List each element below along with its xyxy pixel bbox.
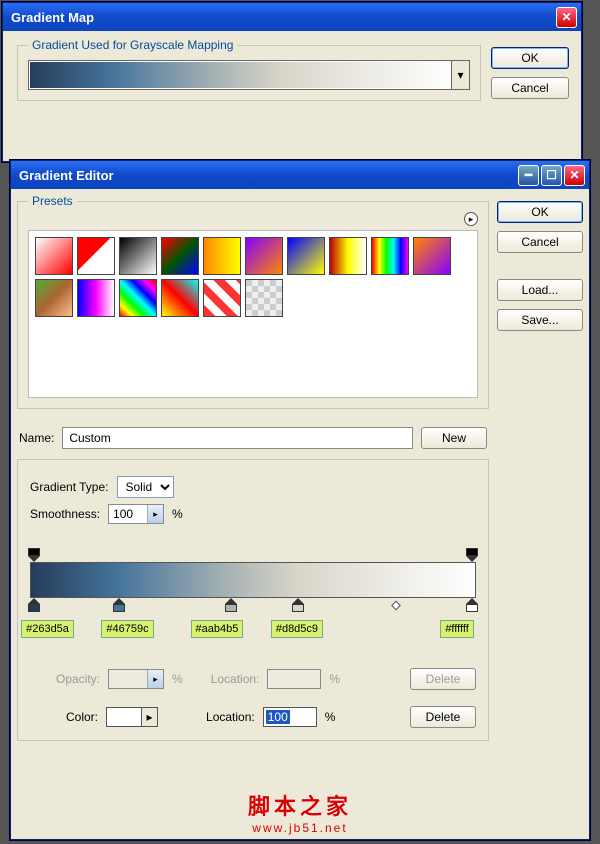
location-label: Location:: [211, 672, 260, 686]
preset-swatch[interactable]: [119, 279, 157, 317]
preset-swatch[interactable]: [35, 279, 73, 317]
minimize-icon[interactable]: ━: [518, 165, 539, 186]
preset-swatch[interactable]: [77, 279, 115, 317]
opacity-location-input: [267, 669, 321, 689]
maximize-icon[interactable]: ☐: [541, 165, 562, 186]
presets-group: Presets ▸: [17, 201, 489, 409]
gradient-map-title: Gradient Map: [7, 10, 556, 25]
color-hex-label: #aab4b5: [191, 620, 244, 638]
opacity-stop[interactable]: [28, 548, 40, 562]
pct-label: %: [172, 507, 183, 521]
presets-legend: Presets: [32, 194, 73, 208]
color-stop[interactable]: [292, 598, 304, 612]
preset-swatch[interactable]: [35, 237, 73, 275]
close-icon[interactable]: ✕: [564, 165, 585, 186]
color-hex-label: #46759c: [101, 620, 153, 638]
opacity-label: Opacity:: [56, 672, 100, 686]
preset-swatch[interactable]: [371, 237, 409, 275]
color-hex-label: #263d5a: [21, 620, 74, 638]
name-input[interactable]: [62, 427, 413, 449]
color-well[interactable]: [106, 707, 142, 727]
presets-list[interactable]: [28, 230, 478, 398]
gradient-editor-group: Gradient Type: Solid Smoothness: ▸ %: [17, 459, 489, 741]
preset-swatch[interactable]: [203, 237, 241, 275]
preset-swatch[interactable]: [77, 237, 115, 275]
gm-gradient-dropdown[interactable]: ▾: [452, 60, 470, 90]
gradient-bar[interactable]: #263d5a #46759c #aab4b5 #d8d5c9 #ffffff: [30, 544, 476, 616]
color-stop[interactable]: [113, 598, 125, 612]
delete-opacity-button: Delete: [410, 668, 476, 690]
opacity-stepper: ▸: [108, 669, 164, 689]
ge-title: Gradient Editor: [15, 168, 518, 183]
color-menu-icon[interactable]: ▸: [142, 707, 158, 727]
ge-cancel-button[interactable]: Cancel: [497, 231, 583, 253]
ge-titlebar[interactable]: Gradient Editor ━ ☐ ✕: [11, 161, 589, 189]
gradtype-label: Gradient Type:: [30, 480, 109, 494]
name-label: Name:: [19, 431, 54, 445]
gradient-map-dialog: Gradient Map ✕ Gradient Used for Graysca…: [2, 2, 582, 162]
gm-gradient-preview[interactable]: [28, 60, 452, 90]
gm-groupbox: Gradient Used for Grayscale Mapping ▾: [17, 45, 481, 101]
smoothness-stepper[interactable]: ▸: [108, 504, 164, 524]
preset-swatch[interactable]: [203, 279, 241, 317]
gradient-editor-dialog: Gradient Editor ━ ☐ ✕ Presets ▸: [10, 160, 590, 840]
preset-swatch[interactable]: [245, 279, 283, 317]
close-icon[interactable]: ✕: [556, 7, 577, 28]
preset-swatch[interactable]: [413, 237, 451, 275]
color-stop[interactable]: [28, 598, 40, 612]
midpoint-handle[interactable]: [391, 601, 401, 611]
smooth-label: Smoothness:: [30, 507, 100, 521]
chevron-right-icon: ▸: [147, 670, 163, 688]
preset-swatch[interactable]: [161, 279, 199, 317]
presets-menu-icon[interactable]: ▸: [464, 212, 478, 226]
gradient-map-titlebar[interactable]: Gradient Map ✕: [3, 3, 581, 31]
gm-cancel-button[interactable]: Cancel: [491, 77, 569, 99]
ge-ok-button[interactable]: OK: [497, 201, 583, 223]
location-label: Location:: [206, 710, 255, 724]
color-label: Color:: [66, 710, 98, 724]
opacity-stop[interactable]: [466, 548, 478, 562]
color-location-input[interactable]: 100: [266, 710, 290, 724]
save-button[interactable]: Save...: [497, 309, 583, 331]
watermark: 脚本之家 www.jb51.net: [248, 789, 352, 835]
new-button[interactable]: New: [421, 427, 487, 449]
chevron-right-icon[interactable]: ▸: [147, 505, 163, 523]
gm-ok-button[interactable]: OK: [491, 47, 569, 69]
color-hex-label: #ffffff: [440, 620, 473, 638]
preset-swatch[interactable]: [161, 237, 199, 275]
preset-swatch[interactable]: [287, 237, 325, 275]
preset-swatch[interactable]: [329, 237, 367, 275]
preset-swatch[interactable]: [119, 237, 157, 275]
color-stop[interactable]: [225, 598, 237, 612]
color-stop[interactable]: [466, 598, 478, 612]
color-hex-label: #d8d5c9: [271, 620, 323, 638]
delete-color-button[interactable]: Delete: [410, 706, 476, 728]
preset-swatch[interactable]: [245, 237, 283, 275]
gradtype-select[interactable]: Solid: [117, 476, 174, 498]
gm-group-legend: Gradient Used for Grayscale Mapping: [28, 38, 237, 52]
load-button[interactable]: Load...: [497, 279, 583, 301]
